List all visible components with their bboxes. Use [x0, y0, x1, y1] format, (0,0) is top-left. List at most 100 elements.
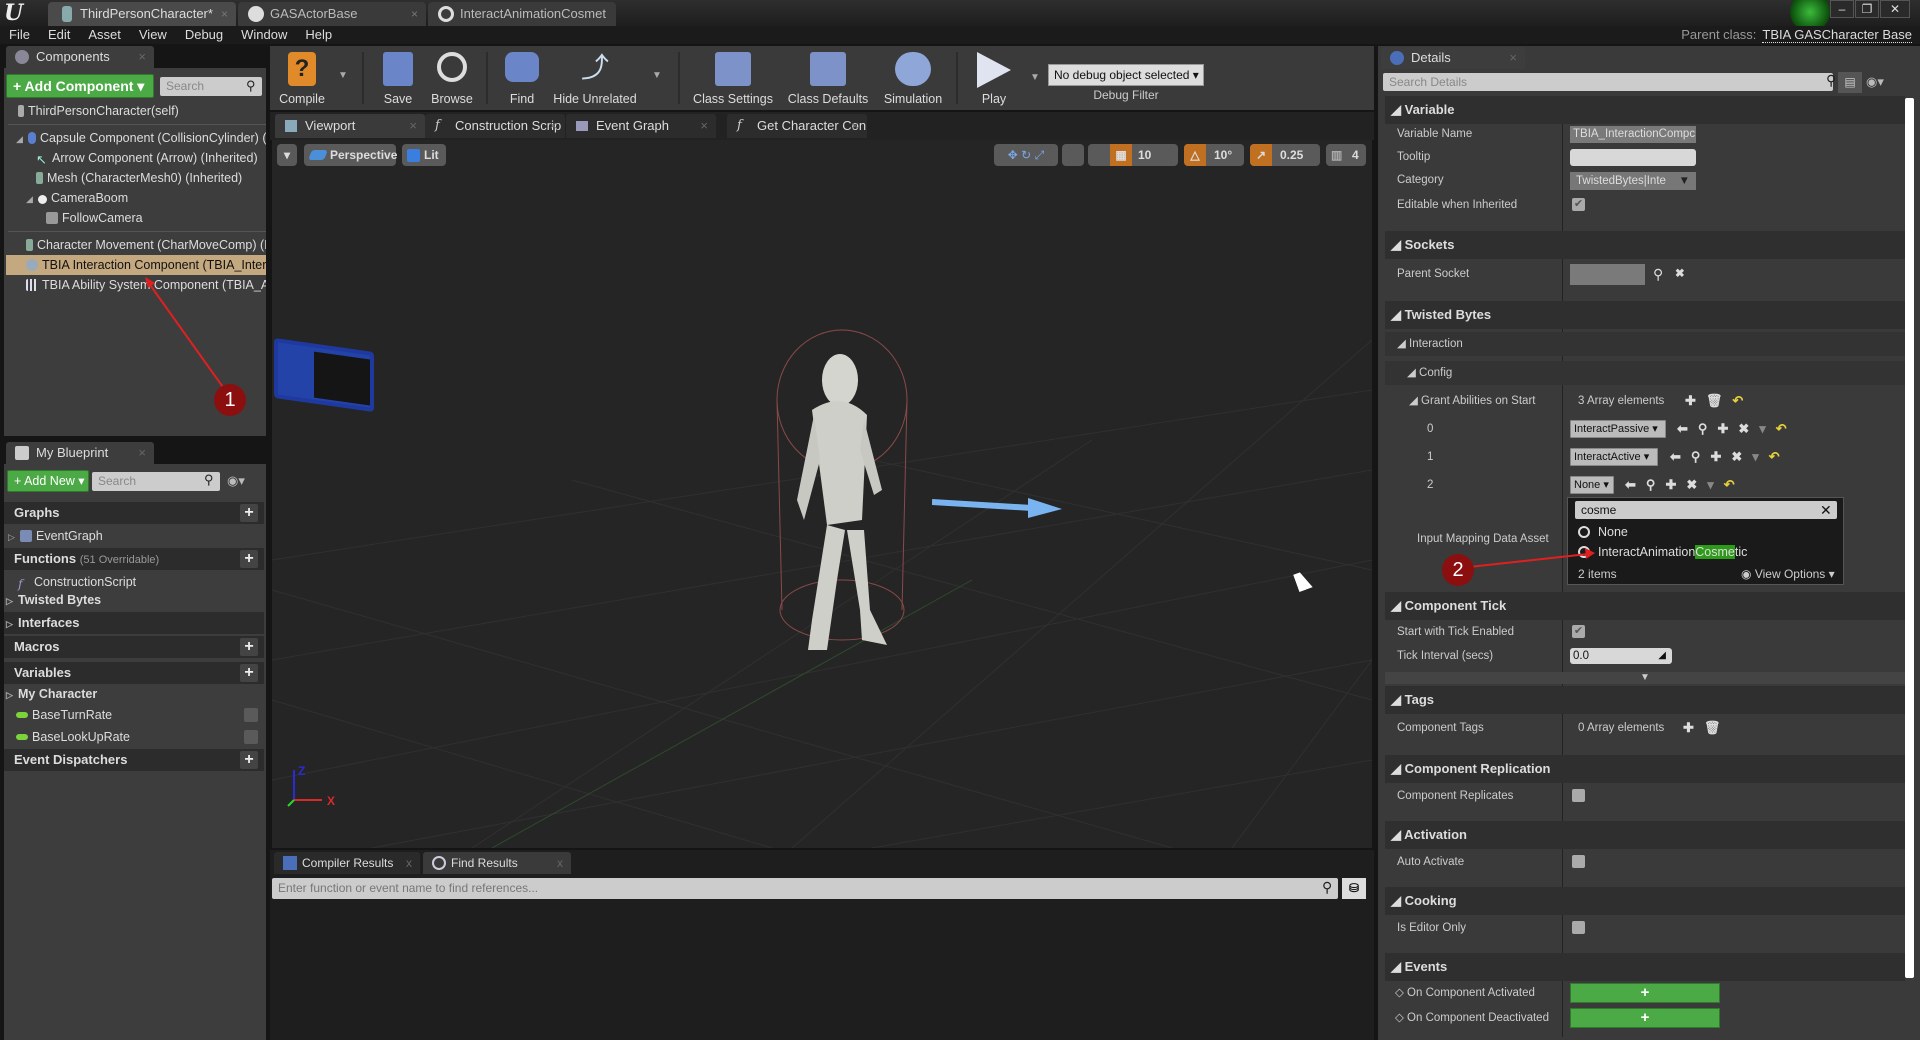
menu-help[interactable]: Help: [296, 26, 341, 44]
browse-icon[interactable]: ⚲: [1698, 421, 1708, 436]
add-macro-button[interactable]: +: [240, 638, 258, 656]
close-tab-icon[interactable]: ×: [138, 442, 146, 464]
camera-speed-button[interactable]: ▥ 4: [1326, 144, 1366, 166]
tooltip-input[interactable]: [1570, 149, 1696, 166]
asset-option-none[interactable]: None: [1578, 522, 1828, 542]
add-element-icon[interactable]: ✚: [1683, 720, 1694, 735]
viewport-options-dropdown[interactable]: ▾: [277, 144, 297, 166]
element-0-combo[interactable]: InteractPassive ▾: [1570, 420, 1666, 438]
section-variables[interactable]: Variables +: [4, 662, 264, 684]
browse-button[interactable]: Browse: [424, 50, 480, 106]
maximize-button[interactable]: ❐: [1855, 0, 1879, 18]
category-activation[interactable]: ◢ Activation: [1385, 821, 1905, 849]
reset-to-default-icon[interactable]: ↶: [1776, 421, 1787, 436]
viewport[interactable]: ▾ Perspective Lit ✥ ↻ ⤢ ▦ 10 △ 10° ↗ 0.25 ▥…: [272, 140, 1372, 848]
section-macros[interactable]: Macros +: [4, 636, 264, 658]
category-tags[interactable]: ◢ Tags: [1385, 686, 1905, 714]
my-blueprint-search-input[interactable]: Search: [92, 472, 220, 491]
element-menu-icon[interactable]: ▾: [1752, 449, 1759, 464]
tab-find-results[interactable]: Find Results x: [423, 852, 571, 874]
category-component-replication[interactable]: ◢ Component Replication: [1385, 755, 1905, 783]
asset-picker-search-input[interactable]: cosme: [1575, 501, 1837, 519]
reset-to-default-icon[interactable]: ↶: [1732, 393, 1743, 408]
element-menu-icon[interactable]: ▾: [1707, 477, 1714, 492]
browse-icon[interactable]: ⚲: [1691, 449, 1701, 464]
tab-get-character-con[interactable]: f Get Character Con ×: [727, 114, 867, 138]
element-2-combo[interactable]: None ▾: [1570, 476, 1614, 494]
use-selected-icon[interactable]: ⬅: [1625, 477, 1636, 492]
add-variable-button[interactable]: +: [240, 664, 258, 682]
delete-icon[interactable]: ✖: [1738, 421, 1749, 436]
grid-snap-value[interactable]: 10: [1138, 144, 1151, 166]
rotation-snap-toggle-icon[interactable]: △: [1184, 144, 1206, 166]
parent-socket-field[interactable]: [1570, 264, 1645, 285]
add-on-component-deactivated-button[interactable]: +: [1570, 1008, 1720, 1028]
expand-arrow-icon[interactable]: ▷: [6, 685, 18, 705]
close-tab-icon[interactable]: ×: [409, 114, 417, 138]
parent-class-link[interactable]: TBIA GASCharacter Base: [1762, 27, 1912, 43]
visibility-toggle-icon[interactable]: [244, 708, 258, 722]
browse-icon[interactable]: ⚲: [1646, 477, 1656, 492]
browse-socket-icon[interactable]: ⚲: [1653, 262, 1663, 286]
simulation-button[interactable]: Simulation: [878, 50, 948, 106]
item-constructionscript[interactable]: f ConstructionScript: [4, 572, 264, 592]
add-function-button[interactable]: +: [240, 550, 258, 568]
details-scrollbar[interactable]: [1905, 98, 1914, 978]
find-in-all-blueprints-button[interactable]: ⛁: [1342, 878, 1366, 899]
category-events[interactable]: ◢ Events: [1385, 953, 1905, 981]
is-editor-only-checkbox[interactable]: [1572, 921, 1585, 934]
tab-event-graph[interactable]: Event Graph ×: [566, 114, 716, 138]
add-on-component-activated-button[interactable]: +: [1570, 983, 1720, 1003]
compile-button[interactable]: ? Compile: [274, 50, 330, 106]
close-tab-icon[interactable]: ×: [411, 2, 418, 26]
tab-construction-script[interactable]: f Construction Scrip ×: [425, 114, 565, 138]
lit-button[interactable]: Lit: [402, 144, 446, 166]
item-eventgraph[interactable]: ▷ EventGraph: [4, 526, 264, 546]
find-button[interactable]: Find: [494, 50, 550, 106]
visibility-eye-icon[interactable]: ◉▾: [227, 473, 245, 489]
find-references-input[interactable]: Enter function or event name to find ref…: [272, 878, 1338, 899]
save-button[interactable]: Save: [372, 50, 424, 106]
add-dispatcher-button[interactable]: +: [240, 751, 258, 769]
asset-option-interactanimationcosmetic[interactable]: InteractAnimationCosmetic: [1578, 542, 1838, 562]
close-tab-icon[interactable]: ×: [851, 114, 859, 138]
expand-arrow-icon[interactable]: ▷: [6, 591, 18, 611]
scale-snap-toggle-icon[interactable]: ↗: [1250, 144, 1272, 166]
category-sockets[interactable]: ◢ Sockets: [1385, 231, 1905, 259]
minimize-button[interactable]: –: [1830, 0, 1854, 18]
tab-my-blueprint[interactable]: My Blueprint ×: [6, 442, 154, 464]
delete-all-icon[interactable]: 🗑: [1704, 720, 1721, 735]
use-selected-icon[interactable]: ⬅: [1677, 421, 1688, 436]
variable-name-input[interactable]: TBIA_InteractionCompc: [1570, 126, 1696, 143]
compile-options-dropdown[interactable]: ▼: [338, 70, 348, 81]
play-button[interactable]: Play: [966, 50, 1022, 106]
doc-tab-interactanimationcosmetic[interactable]: InteractAnimationCosmet: [428, 2, 616, 26]
add-graph-button[interactable]: +: [240, 504, 258, 522]
tab-details[interactable]: Details ×: [1381, 47, 1525, 69]
visibility-eye-icon[interactable]: ◉▾: [1866, 74, 1884, 90]
element-1-combo[interactable]: InteractActive ▾: [1570, 448, 1658, 466]
close-window-button[interactable]: ✕: [1880, 0, 1910, 18]
transform-tools[interactable]: ✥ ↻ ⤢: [994, 144, 1058, 166]
element-menu-icon[interactable]: ▾: [1759, 421, 1766, 436]
item-twisted-bytes[interactable]: ▷ Twisted Bytes: [4, 590, 264, 610]
delete-all-icon[interactable]: 🗑: [1706, 393, 1723, 408]
class-settings-button[interactable]: Class Settings: [688, 50, 778, 106]
debug-object-dropdown[interactable]: No debug object selected ▾: [1048, 64, 1204, 86]
property-matrix-button[interactable]: ▤: [1838, 72, 1862, 93]
rotation-snap-value[interactable]: 10°: [1214, 144, 1232, 166]
auto-activate-checkbox[interactable]: [1572, 855, 1585, 868]
play-options-dropdown[interactable]: ▼: [1030, 72, 1040, 83]
start-with-tick-checkbox[interactable]: ✔: [1572, 625, 1585, 638]
item-my-character[interactable]: ▷ My Character: [4, 684, 264, 704]
use-selected-icon[interactable]: ⬅: [1670, 449, 1681, 464]
view-options-button[interactable]: ◉ View Options ▾: [1741, 564, 1835, 584]
section-interfaces[interactable]: ▷ Interfaces: [4, 612, 264, 634]
show-advanced-toggle[interactable]: ▼: [1385, 672, 1905, 684]
world-local-toggle-icon[interactable]: [1062, 144, 1084, 166]
subcategory-interaction[interactable]: ◢ Interaction: [1385, 332, 1905, 356]
insert-icon[interactable]: ✚: [1665, 477, 1676, 492]
tick-interval-input[interactable]: 0.0 ◢: [1570, 648, 1672, 664]
tab-compiler-results[interactable]: Compiler Results x: [274, 852, 420, 874]
section-graphs[interactable]: Graphs +: [4, 502, 264, 524]
